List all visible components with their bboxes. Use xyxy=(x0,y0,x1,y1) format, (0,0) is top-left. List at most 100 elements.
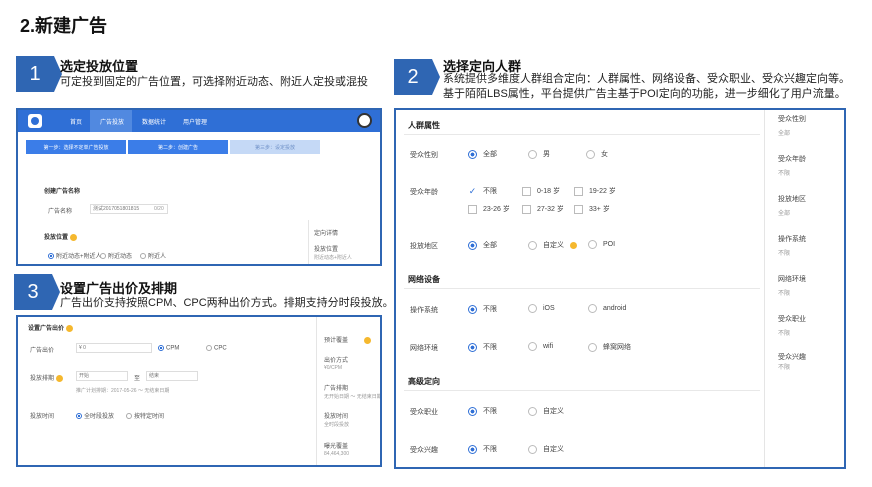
progress-step-2: 第二步：创建广告 xyxy=(128,140,228,154)
summary-region-value: 全部 xyxy=(778,211,791,217)
top-nav: 首页 广告投放 数据统计 用户管理 xyxy=(18,110,380,132)
net-any[interactable]: 不限 xyxy=(468,342,497,352)
interest-custom[interactable]: 自定义 xyxy=(528,444,564,454)
summary-age-title: 受众年龄 xyxy=(778,156,806,163)
summary-interest-value: 不限 xyxy=(778,365,791,371)
interest-any[interactable]: 不限 xyxy=(468,444,497,454)
os-android[interactable]: android xyxy=(588,304,626,313)
divider xyxy=(404,134,760,135)
net-cellular[interactable]: 蜂窝网络 xyxy=(588,342,631,352)
summary-job-title: 受众职业 xyxy=(778,316,806,323)
info-icon xyxy=(363,336,371,344)
gender-label: 受众性别 xyxy=(410,152,438,159)
targeting-screenshot: 人群属性 受众性别 全部 男 女 受众年龄 不限 0-18 岁 19-22 岁 … xyxy=(394,108,846,469)
summary-region-title: 投放地区 xyxy=(778,196,806,203)
advanced-section-title: 高级定向 xyxy=(408,377,440,386)
net-wifi[interactable]: wifi xyxy=(528,342,553,351)
divider xyxy=(316,317,317,465)
right-detail-title: 定向详情 xyxy=(314,231,339,237)
page-title: 2.新建广告 xyxy=(20,16,108,36)
bid-method-value: ¥0/CPM xyxy=(324,365,343,371)
interest-label: 受众兴趣 xyxy=(410,447,438,454)
age-0-18[interactable]: 0-18 岁 xyxy=(522,186,560,196)
nav-user-admin[interactable]: 用户管理 xyxy=(183,117,207,126)
step-1-desc: 可定投到固定的广告位置，可选择附近动态、附近人定投或混投 xyxy=(60,76,368,88)
job-any[interactable]: 不限 xyxy=(468,406,497,416)
summary-gender-value: 全部 xyxy=(778,131,791,137)
bid-type-cpc[interactable]: CPC xyxy=(206,345,227,352)
gender-male[interactable]: 男 xyxy=(528,149,550,159)
os-label: 操作系统 xyxy=(410,307,438,314)
right-position-label: 投放位置 xyxy=(314,247,339,253)
schedule-hint: 推广计划排期：2017-05-26 ～ 无结束日期 xyxy=(76,388,170,394)
exposure-title: 曝光覆盖 xyxy=(324,444,349,450)
info-icon xyxy=(570,241,577,249)
summary-interest-title: 受众兴趣 xyxy=(778,354,806,361)
region-custom[interactable]: 自定义 xyxy=(528,240,577,250)
bid-input[interactable]: ¥ 0 xyxy=(76,343,152,353)
name-char-count: 0/20 xyxy=(154,206,164,212)
step-2-desc-2: 基于陌陌LBS属性，平台提供广告主基于POI定向的功能，进一步细化了用户流量。 xyxy=(443,88,846,100)
os-any[interactable]: 不限 xyxy=(468,304,497,314)
step-2-badge: 2 xyxy=(394,59,440,95)
step-2-desc-1: 系统提供多维度人群组合定向：人群属性、网络设备、受众职业、受众兴趣定向等。 xyxy=(443,73,850,85)
step-3-title: 设置广告出价及排期 xyxy=(60,281,178,296)
nav-home[interactable]: 首页 xyxy=(70,117,82,126)
schedule-to: 至 xyxy=(134,376,141,382)
time-option-all[interactable]: 全时段投放 xyxy=(76,411,114,420)
schedule-end-input[interactable]: 结束 xyxy=(146,371,198,381)
right-position-value: 附近动态+附近人 xyxy=(314,255,352,261)
position-option-mixed[interactable]: 附近动态+附近人 xyxy=(48,251,102,260)
summary-os-title: 操作系统 xyxy=(778,236,806,243)
bid-type-cpm[interactable]: CPM xyxy=(158,345,179,352)
age-23-26[interactable]: 23-26 岁 xyxy=(468,204,510,214)
progress-step-3: 第三步：设定投放 xyxy=(230,140,320,154)
estimate-title: 预计覆盖 xyxy=(324,335,371,344)
name-label: 广告名称 xyxy=(48,209,73,215)
avatar[interactable] xyxy=(357,113,372,128)
time-summary-value: 全时段投放 xyxy=(324,422,350,428)
step-3-badge: 3 xyxy=(14,274,60,310)
progress-step-1: 第一步：选择不定单广告投放 xyxy=(26,140,126,154)
step-1-badge: 1 xyxy=(16,56,62,92)
os-ios[interactable]: iOS xyxy=(528,304,555,313)
nav-ad-delivery[interactable]: 广告投放 xyxy=(100,117,124,126)
age-33-plus[interactable]: 33+ 岁 xyxy=(574,204,610,214)
position-screenshot: 首页 广告投放 数据统计 用户管理 第一步：选择不定单广告投放 第二步：创建广告… xyxy=(16,108,382,266)
info-icon xyxy=(69,233,77,241)
position-section-title: 投放位置 xyxy=(44,232,77,241)
schedule-summary-title: 广告排期 xyxy=(324,386,349,392)
schedule-start-input[interactable]: 开始 xyxy=(76,371,128,381)
position-option-feed[interactable]: 附近动态 xyxy=(100,251,132,260)
job-custom[interactable]: 自定义 xyxy=(528,406,564,416)
schedule-label: 投放排期 xyxy=(30,373,63,382)
region-all[interactable]: 全部 xyxy=(468,240,497,250)
summary-os-value: 不限 xyxy=(778,251,791,257)
schedule-summary-value: 无开始日期 ～ 无结束日期 xyxy=(324,394,382,400)
job-label: 受众职业 xyxy=(410,409,438,416)
summary-net-title: 网络环境 xyxy=(778,276,806,283)
summary-job-value: 不限 xyxy=(778,331,791,337)
gender-female[interactable]: 女 xyxy=(586,149,608,159)
summary-gender-title: 受众性别 xyxy=(778,116,806,123)
divider xyxy=(308,220,309,264)
time-option-custom[interactable]: 按特定时间 xyxy=(126,411,164,420)
nav-statistics[interactable]: 数据统计 xyxy=(142,117,166,126)
region-poi[interactable]: POI xyxy=(588,240,615,249)
age-any[interactable]: 不限 xyxy=(468,186,497,196)
age-27-32[interactable]: 27-32 岁 xyxy=(522,204,564,214)
exposure-value: 84,464,300 xyxy=(324,451,350,457)
time-summary-title: 投放时间 xyxy=(324,414,349,420)
position-option-people[interactable]: 附近人 xyxy=(140,251,166,260)
region-label: 投放地区 xyxy=(410,243,438,250)
network-section-title: 网络设备 xyxy=(408,275,440,284)
age-label: 受众年龄 xyxy=(410,189,438,196)
gender-all[interactable]: 全部 xyxy=(468,149,497,159)
bid-label: 广告出价 xyxy=(30,348,55,354)
step-3-desc: 广告出价支持按照CPM、CPC两种出价方式。排期支持分时段投放。 xyxy=(60,297,394,309)
summary-age-value: 不限 xyxy=(778,171,791,177)
info-icon xyxy=(55,374,63,382)
bid-section-title: 设置广告出价 xyxy=(28,323,73,332)
age-19-22[interactable]: 19-22 岁 xyxy=(574,186,616,196)
divider xyxy=(404,288,760,289)
